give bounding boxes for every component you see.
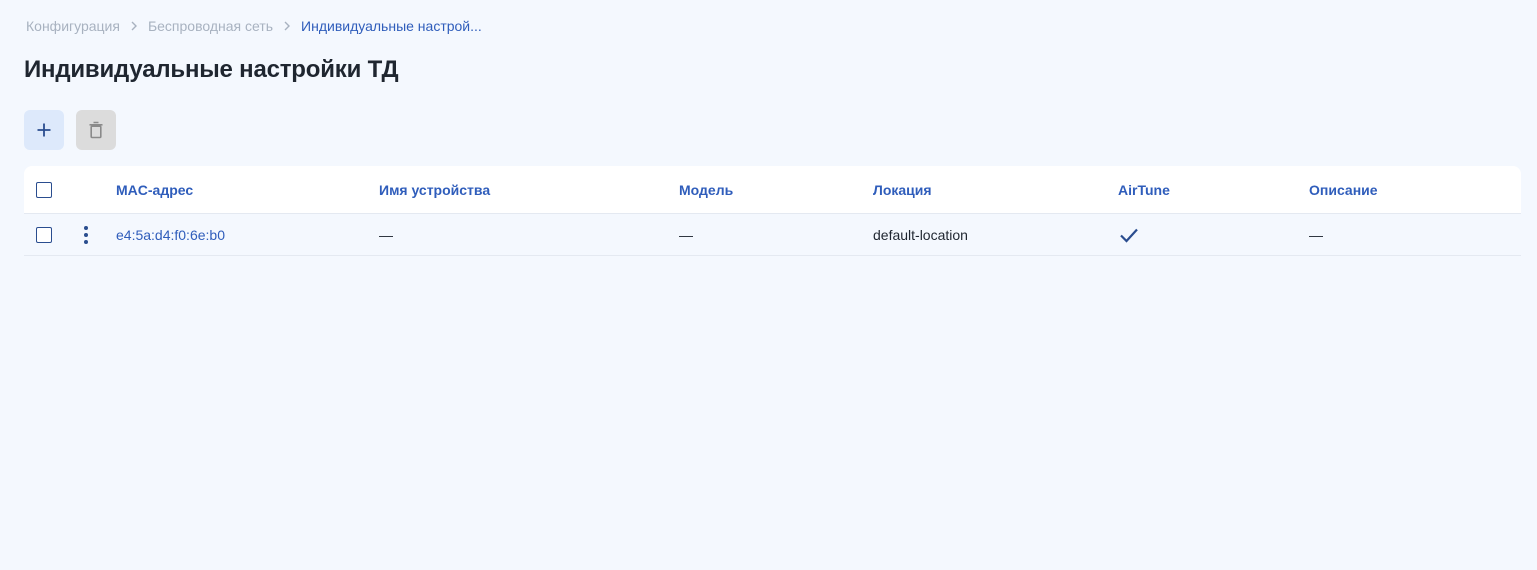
trash-icon xyxy=(89,121,103,139)
breadcrumb-item-current: Индивидуальные настрой... xyxy=(301,18,482,34)
column-header-description[interactable]: Описание xyxy=(1309,166,1378,213)
mac-address-link[interactable]: e4:5a:d4:f0:6e:b0 xyxy=(116,214,225,255)
row-select-cell xyxy=(36,214,52,255)
breadcrumb-item-configuration[interactable]: Конфигурация xyxy=(26,18,120,34)
airtune-cell xyxy=(1119,214,1139,255)
table-header: MAC-адрес Имя устройства Модель Локация … xyxy=(24,166,1521,214)
select-all-checkbox[interactable] xyxy=(36,181,52,198)
device-name-value: — xyxy=(379,226,393,243)
column-header-mac[interactable]: MAC-адрес xyxy=(116,166,193,213)
location-value: default-location xyxy=(873,226,968,243)
chevron-right-icon xyxy=(283,21,291,31)
chevron-right-icon xyxy=(130,21,138,31)
kebab-menu-icon[interactable] xyxy=(81,224,91,246)
toolbar xyxy=(24,110,116,150)
breadcrumb-item-wireless[interactable]: Беспроводная сеть xyxy=(148,18,273,34)
description-value: — xyxy=(1309,226,1323,243)
column-header-device-name[interactable]: Имя устройства xyxy=(379,166,490,213)
row-actions-cell xyxy=(81,214,91,255)
model-value: — xyxy=(679,226,693,243)
column-header-location[interactable]: Локация xyxy=(873,166,932,213)
table-row[interactable]: e4:5a:d4:f0:6e:b0 — — default-location — xyxy=(24,214,1521,256)
breadcrumb: Конфигурация Беспроводная сеть Индивидуа… xyxy=(26,16,482,36)
column-header-airtune[interactable]: AirTune xyxy=(1118,166,1170,213)
delete-button[interactable] xyxy=(76,110,116,150)
page: Конфигурация Беспроводная сеть Индивидуа… xyxy=(0,0,1537,570)
check-icon xyxy=(1120,228,1138,243)
add-button[interactable] xyxy=(24,110,64,150)
page-title: Индивидуальные настройки ТД xyxy=(24,56,399,83)
column-header-model[interactable]: Модель xyxy=(679,166,733,213)
plus-icon xyxy=(37,123,51,137)
select-all-cell xyxy=(36,166,52,213)
row-checkbox[interactable] xyxy=(36,226,52,243)
